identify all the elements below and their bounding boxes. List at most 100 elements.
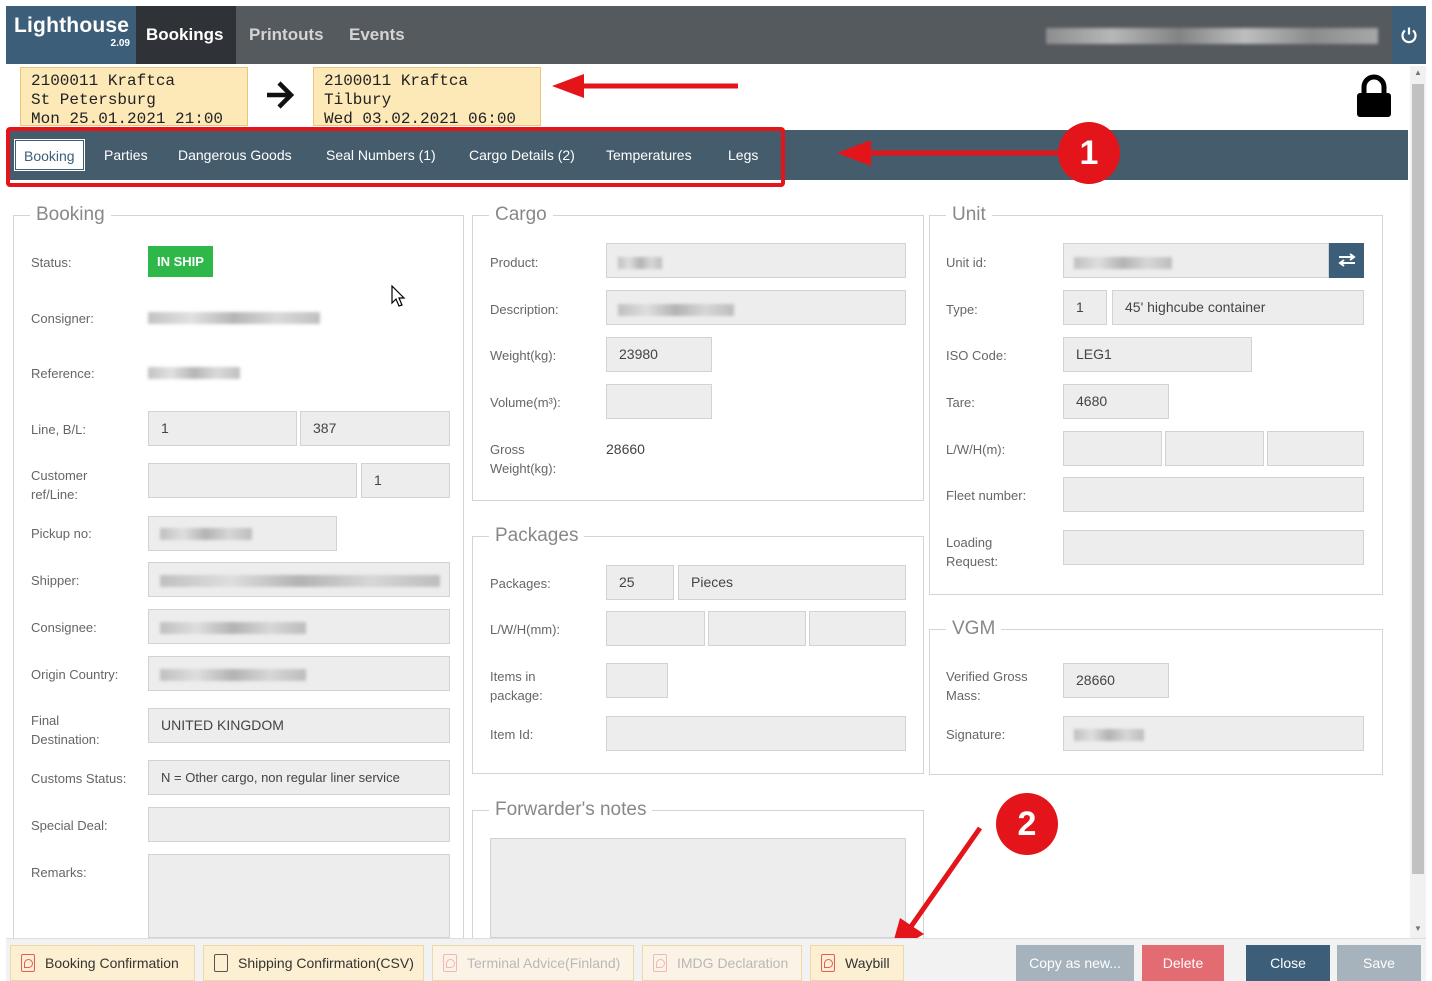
pdf-icon xyxy=(443,954,457,972)
iso-code-field[interactable]: LEG1 xyxy=(1063,337,1252,372)
imdg-declaration-label: IMDG Declaration xyxy=(677,955,789,971)
customs-status-label: Customs Status: xyxy=(31,771,127,786)
booking-panel-title: Booking xyxy=(30,204,111,226)
remarks-field[interactable] xyxy=(148,854,450,938)
customer-ref-label: Customer ref/Line: xyxy=(31,468,88,502)
package-count-field[interactable]: 25 xyxy=(606,565,674,600)
type-name-field[interactable]: 45' highcube container xyxy=(1112,290,1364,325)
unit-lwh-label: L/W/H(m): xyxy=(946,442,1006,457)
origin-country-label: Origin Country: xyxy=(31,667,119,682)
app-version: 2.09 xyxy=(110,38,130,49)
weight-field[interactable]: 23980 xyxy=(606,337,712,372)
booking-confirmation-label: Booking Confirmation xyxy=(45,955,179,971)
mouse-cursor-icon xyxy=(391,285,406,307)
line-bl-label: Line, B/L: xyxy=(31,422,86,437)
unit-id-value-redacted xyxy=(1074,257,1172,269)
unit-panel-title: Unit xyxy=(946,204,992,226)
bl-field[interactable]: 387 xyxy=(300,411,450,446)
swap-icon xyxy=(1337,253,1356,267)
destination-port: Tilbury xyxy=(324,91,392,109)
reference-label: Reference: xyxy=(31,366,95,381)
description-value-redacted xyxy=(618,304,734,316)
origin-port: St Petersburg xyxy=(31,91,156,109)
forwarder-notes-title: Forwarder's notes xyxy=(489,799,653,821)
package-lwh-label: L/W/H(mm): xyxy=(490,622,561,637)
lock-icon[interactable] xyxy=(1355,74,1393,118)
package-length-field[interactable] xyxy=(606,611,705,646)
unit-width-field[interactable] xyxy=(1165,431,1264,466)
vgm-label: Verified Gross Mass: xyxy=(946,669,1028,703)
customer-line-field[interactable]: 1 xyxy=(361,463,450,498)
signature-value-redacted xyxy=(1074,729,1144,741)
app-logo[interactable]: Lighthouse 2.09 xyxy=(6,6,136,64)
packages-label: Packages: xyxy=(490,576,551,591)
origin-country-value-redacted xyxy=(160,669,306,681)
save-button[interactable]: Save xyxy=(1337,945,1421,981)
imdg-declaration-button[interactable]: IMDG Declaration xyxy=(642,945,802,981)
nav-printouts[interactable]: Printouts xyxy=(249,6,324,64)
gross-weight-value: 28660 xyxy=(606,441,645,457)
status-label: Status: xyxy=(31,255,72,270)
scroll-down-arrow-icon[interactable]: ▼ xyxy=(1410,924,1426,933)
route-destination: 2100011 Kraftca Tilbury Wed 03.02.2021 0… xyxy=(313,67,541,126)
status-badge: IN SHIP xyxy=(148,246,213,277)
item-id-label: Item Id: xyxy=(490,727,534,742)
line-field[interactable]: 1 xyxy=(148,411,297,446)
top-bar: Lighthouse 2.09 Bookings Printouts Event… xyxy=(6,6,1426,64)
copy-as-new-button[interactable]: Copy as new... xyxy=(1016,945,1134,981)
package-width-field[interactable] xyxy=(708,611,806,646)
close-button[interactable]: Close xyxy=(1246,945,1330,981)
iso-code-label: ISO Code: xyxy=(946,348,1007,363)
pickup-label: Pickup no: xyxy=(31,526,92,541)
scrollbar-thumb[interactable] xyxy=(1412,84,1424,874)
product-label: Product: xyxy=(490,255,539,270)
swap-unit-button[interactable] xyxy=(1329,243,1364,278)
item-id-field[interactable] xyxy=(606,716,906,751)
customs-status-field[interactable]: N = Other cargo, non regular liner servi… xyxy=(148,760,450,795)
nav-bookings[interactable]: Bookings xyxy=(136,6,236,64)
forwarder-notes-field[interactable] xyxy=(490,838,906,938)
consignee-label: Consignee: xyxy=(31,620,97,635)
shipping-confirmation-button[interactable]: Shipping Confirmation(CSV) xyxy=(203,945,424,981)
package-height-field[interactable] xyxy=(809,611,906,646)
tare-field[interactable]: 4680 xyxy=(1063,384,1169,419)
signature-label: Signature: xyxy=(946,727,1006,742)
scroll-up-arrow-icon[interactable]: ▲ xyxy=(1410,68,1426,77)
csv-file-icon xyxy=(214,954,228,972)
unit-height-field[interactable] xyxy=(1267,431,1364,466)
vgm-field[interactable]: 28660 xyxy=(1063,663,1169,698)
booking-confirmation-button[interactable]: Booking Confirmation xyxy=(10,945,195,981)
destination-datetime: Wed 03.02.2021 06:00 xyxy=(324,110,517,126)
annotation-arrow-route xyxy=(552,74,738,98)
terminal-advice-button[interactable]: Terminal Advice(Finland) xyxy=(432,945,634,981)
packages-panel-title: Packages xyxy=(489,525,585,547)
unit-length-field[interactable] xyxy=(1063,431,1162,466)
annotation-badge-2: 2 xyxy=(996,793,1058,855)
loading-request-field[interactable] xyxy=(1063,530,1364,565)
type-code-field[interactable]: 1 xyxy=(1063,290,1107,325)
annotation-arrow-tabs xyxy=(837,140,1058,166)
waybill-button[interactable]: Waybill xyxy=(810,945,904,981)
power-icon xyxy=(1401,27,1417,44)
items-in-package-field[interactable] xyxy=(606,663,668,698)
logout-button[interactable] xyxy=(1392,6,1426,64)
customer-ref-field[interactable] xyxy=(148,463,357,498)
shipper-value-redacted xyxy=(160,575,440,587)
delete-button[interactable]: Delete xyxy=(1142,945,1224,981)
package-kind-field[interactable]: Pieces xyxy=(678,565,906,600)
fleet-number-label: Fleet number: xyxy=(946,488,1027,503)
final-destination-field[interactable]: UNITED KINGDOM xyxy=(148,708,450,743)
terminal-advice-label: Terminal Advice(Finland) xyxy=(467,955,621,971)
app-name: Lighthouse xyxy=(14,14,130,37)
pdf-icon xyxy=(821,954,835,972)
unit-id-label: Unit id: xyxy=(946,255,987,270)
nav-events[interactable]: Events xyxy=(349,6,405,64)
gross-weight-label: Gross Weight(kg): xyxy=(490,442,557,476)
weight-label: Weight(kg): xyxy=(490,348,557,363)
volume-field[interactable] xyxy=(606,384,712,419)
type-label: Type: xyxy=(946,302,978,317)
description-label: Description: xyxy=(490,302,559,317)
destination-voyage: 2100011 Kraftca xyxy=(324,72,469,90)
fleet-number-field[interactable] xyxy=(1063,477,1364,512)
special-deal-field[interactable] xyxy=(148,807,450,842)
